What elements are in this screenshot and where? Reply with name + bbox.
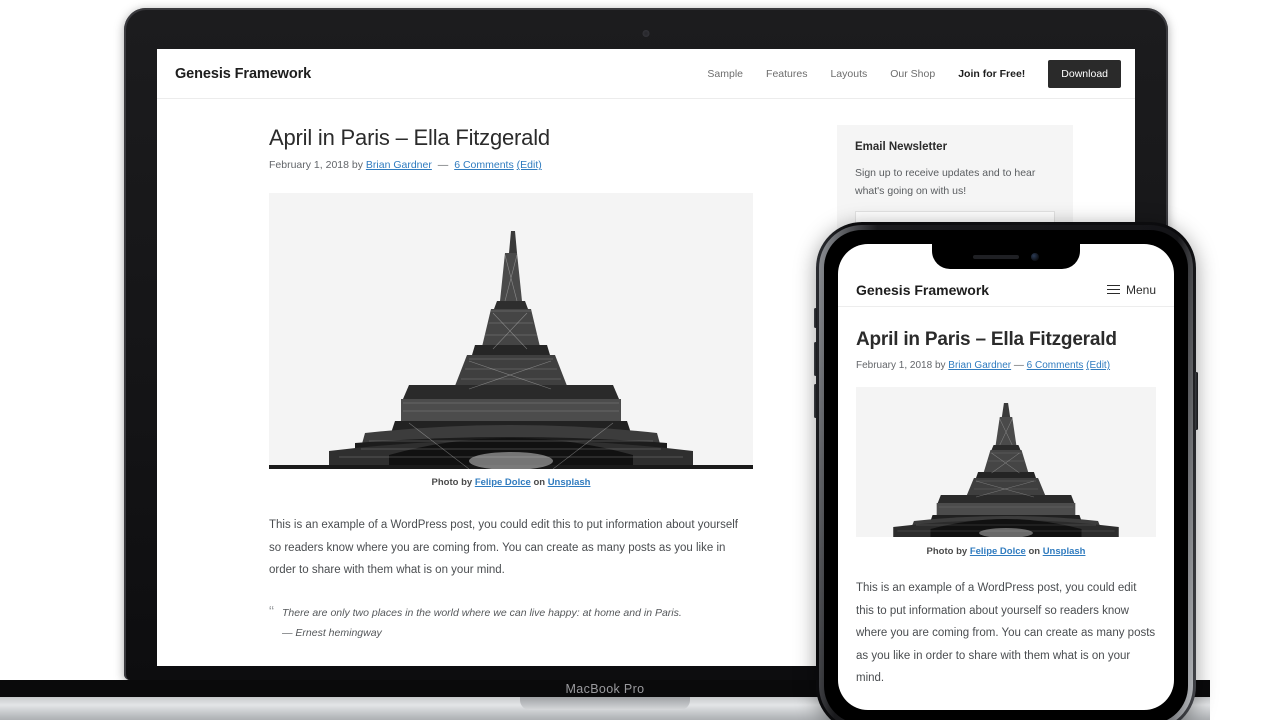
phone-photographer-link[interactable]: Felipe Dolce — [970, 546, 1026, 557]
quote-text: There are only two places in the world w… — [282, 606, 682, 619]
webcam-icon — [642, 30, 650, 37]
photo-source-link[interactable]: Unsplash — [548, 477, 591, 488]
screenshot-stage: Genesis Framework Sample Features Layout… — [0, 0, 1280, 720]
laptop-lid-notch — [520, 697, 690, 710]
phone-featured-image — [856, 387, 1156, 538]
mobile-menu-label: Menu — [1125, 282, 1156, 297]
newsletter-description: Sign up to receive updates and to hear w… — [855, 167, 1036, 197]
phone-meta-separator: — — [1013, 360, 1024, 372]
volume-down-button[interactable] — [814, 384, 817, 418]
device-label: MacBook Pro — [565, 681, 645, 696]
entry-meta: February 1, 2018 by Brian Gardner — 6 Co… — [269, 159, 813, 171]
phone-post-body: This is an example of a WordPress post, … — [856, 582, 1156, 685]
phone-main-content: April in Paris – Ella Fitzgerald Februar… — [838, 307, 1174, 690]
post-body: This is an example of a WordPress post, … — [269, 519, 738, 577]
quote-citation: — Ernest hemingway — [282, 627, 382, 640]
comments-link[interactable]: 6 Comments — [454, 159, 514, 171]
featured-image — [269, 193, 753, 470]
nav-item-our-shop[interactable]: Our Shop — [890, 68, 935, 80]
phone-site-header: Genesis Framework Menu — [838, 273, 1174, 307]
phone-post-author-link[interactable]: Brian Gardner — [948, 360, 1011, 371]
by-label: by — [351, 159, 363, 172]
phone-image-caption: Photo by Felipe Dolce on Unsplash — [856, 546, 1156, 557]
phone-screen: Genesis Framework Menu April in Paris – … — [838, 244, 1174, 710]
phone-notch — [932, 244, 1080, 269]
phone-page-title: April in Paris – Ella Fitzgerald — [856, 329, 1117, 350]
phone-photo-source-link[interactable]: Unsplash — [1043, 546, 1086, 557]
phone-caption-on: on — [1028, 546, 1041, 558]
phone-edit-link[interactable]: (Edit) — [1086, 360, 1110, 371]
edit-link[interactable]: (Edit) — [517, 159, 542, 171]
quote-mark-icon: “ — [269, 602, 274, 620]
silent-switch[interactable] — [814, 308, 817, 328]
mobile-menu-button[interactable]: Menu — [1106, 282, 1156, 297]
image-caption: Photo by Felipe Dolce on Unsplash — [269, 477, 753, 488]
nav-item-layouts[interactable]: Layouts — [830, 68, 867, 80]
power-button[interactable] — [1195, 372, 1198, 430]
main-content: April in Paris – Ella Fitzgerald Februar… — [157, 125, 813, 644]
nav-item-sample[interactable]: Sample — [707, 68, 743, 80]
meta-separator: — — [437, 159, 449, 172]
phone-eiffel-tower-photo — [856, 387, 1156, 538]
phone-site-title[interactable]: Genesis Framework — [856, 282, 989, 298]
phone-comments-link[interactable]: 6 Comments — [1027, 360, 1084, 371]
front-camera-icon — [1031, 252, 1039, 261]
post-date: February 1, 2018 — [269, 159, 349, 172]
site-header: Genesis Framework Sample Features Layout… — [157, 49, 1135, 99]
page-title: April in Paris – Ella Fitzgerald — [269, 125, 550, 150]
blockquote: “ There are only two places in the world… — [269, 604, 753, 644]
site-title[interactable]: Genesis Framework — [175, 66, 311, 82]
phone-bezel: Genesis Framework Menu April in Paris – … — [824, 230, 1188, 720]
caption-on: on — [533, 477, 546, 489]
post-author-link[interactable]: Brian Gardner — [366, 159, 432, 171]
primary-navigation: Sample Features Layouts Our Shop Join fo… — [707, 59, 1121, 88]
photographer-link[interactable]: Felipe Dolce — [475, 477, 531, 488]
phone-post-date: February 1, 2018 — [856, 360, 933, 372]
download-button[interactable]: Download — [1048, 59, 1121, 88]
phone-caption-prefix: Photo by — [926, 546, 968, 558]
newsletter-title: Email Newsletter — [855, 141, 948, 153]
volume-up-button[interactable] — [814, 342, 817, 376]
nav-item-features[interactable]: Features — [766, 68, 807, 80]
phone-by-label: by — [934, 360, 946, 372]
hamburger-icon — [1106, 284, 1120, 295]
caption-prefix: Photo by — [431, 477, 473, 489]
nav-item-join-for-free[interactable]: Join for Free! — [958, 68, 1025, 80]
earpiece-speaker-icon — [973, 254, 1019, 259]
eiffel-tower-photo — [269, 193, 753, 470]
phone-entry-meta: February 1, 2018 by Brian Gardner — 6 Co… — [856, 360, 1156, 371]
iphone-device: Genesis Framework Menu April in Paris – … — [814, 222, 1198, 720]
